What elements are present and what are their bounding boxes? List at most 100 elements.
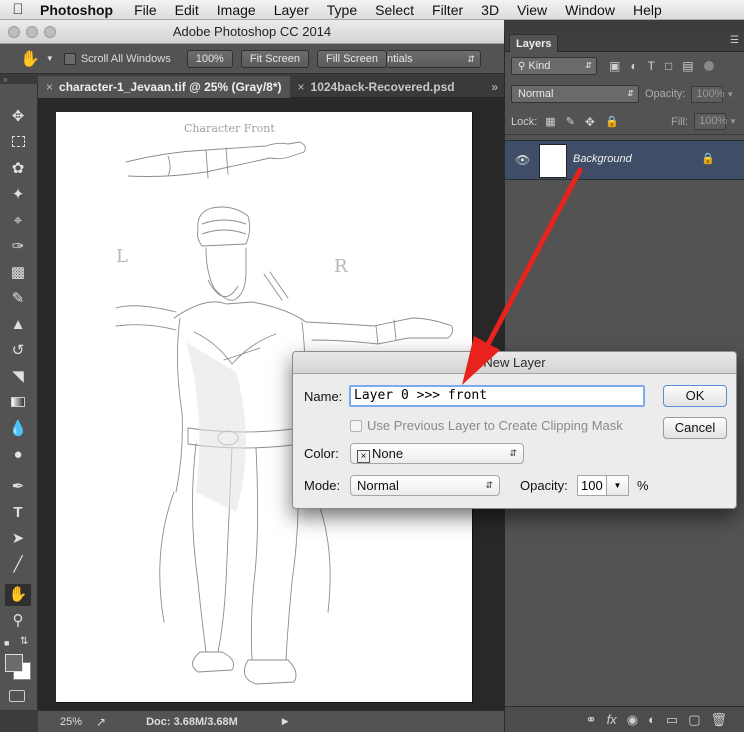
menu-3d[interactable]: 3D [472,0,508,20]
pen-tool-icon[interactable]: ✒ [5,476,31,498]
dialog-opacity-input[interactable]: 100 [577,475,607,496]
default-colors-icon[interactable]: ■ [4,638,9,648]
lock-row: Lock: ▦ ✎ ✥ 🔒 Fill: 100% ▼ [505,109,744,135]
blend-mode-select[interactable]: Normal ⇵ [511,85,639,103]
opacity-field[interactable]: 100% [691,85,725,103]
filter-smart-object-icon[interactable]: ▤ [682,59,693,73]
foreground-color-swatch[interactable] [5,654,23,672]
lock-position-icon[interactable]: ✥ [585,115,595,129]
layer-row-background[interactable]: 👁 Background 🔒 [505,140,744,180]
layer-thumbnail [539,144,567,178]
visibility-eye-icon[interactable]: 👁 [515,153,530,167]
photoshop-window: { "menubar": { "app_name": "Photoshop", … [0,0,744,732]
eraser-tool-icon[interactable]: ◥ [5,366,31,388]
clone-stamp-tool-icon[interactable]: ▲ [5,314,31,336]
panel-menu-icon[interactable]: ☰ [730,35,739,46]
tools-collapse-icon[interactable]: » [0,76,38,84]
fx-icon[interactable]: fx [607,712,617,727]
blur-tool-icon[interactable]: 💧 [5,418,31,440]
swap-colors-icon[interactable]: ⇅ [20,636,28,647]
fill-field[interactable]: 100% [694,113,727,130]
adjustment-icon[interactable]: ◐ [648,712,656,727]
mode-select[interactable]: Normal ⇵ [350,475,500,496]
filter-toggle-icon[interactable] [703,61,714,71]
menu-select[interactable]: Select [366,0,423,20]
status-menu-arrow-icon[interactable]: ▶ [282,716,289,727]
menu-window[interactable]: Window [556,0,624,20]
brush-tool-icon[interactable]: ✎ [5,288,31,310]
zoom-tool-icon[interactable]: ⚲ [5,610,31,632]
menu-file[interactable]: File [125,0,166,20]
trash-icon[interactable]: 🗑 [710,712,727,728]
share-icon[interactable]: ↗ [96,715,106,729]
gradient-tool-icon[interactable] [5,392,31,414]
line-tool-icon[interactable]: ╱ [5,554,31,576]
fill-dropdown-icon[interactable]: ▼ [729,117,737,126]
tab-close-icon[interactable]: × [298,76,305,98]
new-layer-icon[interactable]: ▢ [688,712,700,728]
hand-tool-icon[interactable]: ✋ [5,584,31,606]
link-icon[interactable]: ⚭ [586,712,597,728]
dodge-tool-icon[interactable]: ● [5,444,31,466]
history-brush-tool-icon[interactable]: ↺ [5,340,31,362]
move-tool-icon[interactable]: ✥ [5,106,31,128]
filter-adjustment-icon[interactable]: ◐ [630,59,637,73]
hand-tool-preset-icon[interactable]: ✋ [20,49,40,69]
lock-all-icon[interactable]: 🔒 [605,115,619,128]
filter-pixel-icon[interactable]: ▣ [609,59,620,73]
fill-screen-button[interactable]: Fill Screen [316,49,387,68]
path-selection-tool-icon[interactable]: ➤ [5,528,31,550]
filter-shape-icon[interactable]: □ [665,59,672,73]
menu-type[interactable]: Type [318,0,366,20]
close-window-button[interactable] [8,26,20,38]
marquee-tool-icon[interactable] [5,132,31,154]
layers-tab[interactable]: Layers [509,34,559,52]
type-tool-icon[interactable]: T [5,502,31,524]
opacity-stepper-icon[interactable]: ▼ [607,475,629,496]
menu-app-photoshop[interactable]: Photoshop [36,0,125,20]
scroll-all-windows-checkbox[interactable] [63,52,76,65]
tab-character-1-jevaan[interactable]: × character-1_Jevaan.tif @ 25% (Gray/8*) [38,76,290,98]
zoom-100-button[interactable]: 100% [186,49,233,68]
tab-1024back-recovered[interactable]: × 1024back-Recovered.psd [290,76,463,98]
chevron-updown-icon: ⇵ [627,89,634,98]
filter-type-icon[interactable]: T [648,59,655,73]
lock-image-icon[interactable]: ✎ [566,115,575,128]
clipping-mask-checkbox[interactable] [350,420,362,432]
crop-tool-icon[interactable]: ⌖ [5,210,31,232]
layer-name-input[interactable]: Layer 0 >>> front [349,385,645,407]
layer-filter-select[interactable]: ⚲ Kind ⇵ [511,57,597,75]
minimize-window-button[interactable] [26,26,38,38]
cancel-button[interactable]: Cancel [663,417,727,439]
color-value: None [372,446,404,461]
menu-image[interactable]: Image [208,0,265,20]
color-select[interactable]: × None ⇵ [350,443,524,464]
ok-button[interactable]: OK [663,385,727,407]
scroll-all-windows-option[interactable]: Scroll All Windows [63,52,171,65]
quick-mask-icon[interactable] [9,690,25,702]
menu-edit[interactable]: Edit [166,0,208,20]
sketch-left-mark: L [116,246,128,267]
chevron-down-icon[interactable]: ▼ [46,54,54,63]
folder-icon[interactable]: ▭ [666,712,678,728]
menu-filter[interactable]: Filter [423,0,472,20]
status-zoom[interactable]: 25% [60,716,82,728]
zoom-window-button[interactable] [44,26,56,38]
mask-icon[interactable]: ◉ [627,712,638,728]
tab-close-icon[interactable]: × [46,76,53,98]
lasso-tool-icon[interactable]: ✿ [5,158,31,180]
fit-screen-button[interactable]: Fit Screen [240,49,309,68]
opacity-dropdown-icon[interactable]: ▼ [726,90,734,99]
layer-name[interactable]: Background [573,153,632,165]
tabs-overflow-icon[interactable]: » [485,76,504,97]
menu-view[interactable]: View [508,0,556,20]
quick-selection-tool-icon[interactable]: ✦ [5,184,31,206]
apple-icon[interactable]:  [0,1,36,18]
chevron-updown-icon: ⇵ [509,448,517,458]
lock-transparent-icon[interactable]: ▦ [545,115,555,128]
menu-help[interactable]: Help [624,0,671,20]
healing-brush-tool-icon[interactable]: ▩ [5,262,31,284]
workspace-select[interactable]: ntials ⇵ [386,49,481,68]
eyedropper-tool-icon[interactable]: ✑ [5,236,31,258]
menu-layer[interactable]: Layer [265,0,318,20]
